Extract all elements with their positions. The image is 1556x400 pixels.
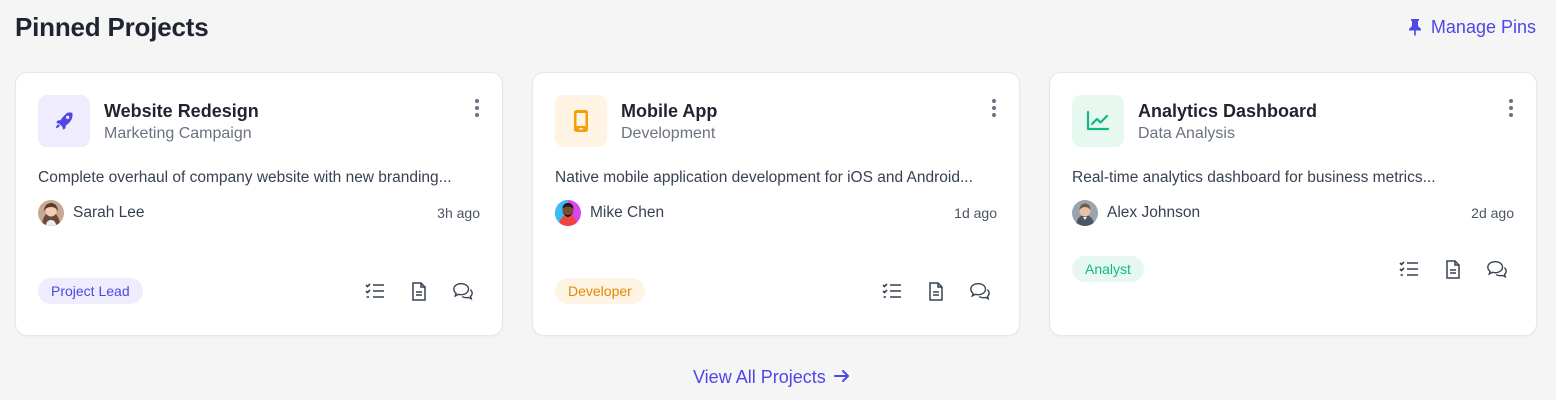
- role-badge: Project Lead: [38, 278, 143, 304]
- more-options-icon[interactable]: [1506, 99, 1516, 117]
- project-category: Development: [621, 125, 716, 142]
- more-options-icon[interactable]: [472, 99, 482, 117]
- manage-pins-label: Manage Pins: [1430, 16, 1536, 37]
- project-card[interactable]: Website Redesign Marketing Campaign Comp…: [15, 72, 503, 336]
- role-badge: Analyst: [1072, 256, 1144, 282]
- tasks-icon[interactable]: [364, 280, 386, 302]
- mobile-icon: [555, 95, 607, 147]
- role-badge: Developer: [555, 278, 645, 304]
- last-updated: 2d ago: [1471, 205, 1514, 221]
- project-category: Data Analysis: [1138, 125, 1235, 142]
- document-icon[interactable]: [1442, 258, 1464, 280]
- project-title[interactable]: Website Redesign: [104, 99, 259, 123]
- document-icon[interactable]: [408, 280, 430, 302]
- project-category: Marketing Campaign: [104, 125, 252, 142]
- arrow-right-icon: [833, 367, 850, 388]
- owner-name: Mike Chen: [590, 204, 665, 221]
- last-updated: 3h ago: [437, 205, 480, 221]
- section-header: Pinned Projects Manage Pins: [15, 10, 1536, 44]
- owner-name: Sarah Lee: [73, 204, 145, 221]
- project-card[interactable]: Analytics Dashboard Data Analysis Real-t…: [1049, 72, 1537, 336]
- avatar: [1072, 200, 1098, 226]
- document-icon[interactable]: [925, 280, 947, 302]
- avatar: [555, 200, 581, 226]
- more-options-icon[interactable]: [989, 99, 999, 117]
- view-all-label: View All Projects: [693, 366, 826, 387]
- tasks-icon[interactable]: [1398, 258, 1420, 280]
- rocket-icon: [38, 95, 90, 147]
- project-title[interactable]: Analytics Dashboard: [1138, 99, 1317, 123]
- project-description: Complete overhaul of company website wit…: [38, 169, 452, 186]
- avatar: [38, 200, 64, 226]
- project-description: Real-time analytics dashboard for busine…: [1072, 169, 1436, 186]
- project-cards: Website Redesign Marketing Campaign Comp…: [15, 72, 1537, 336]
- owner-name: Alex Johnson: [1107, 204, 1201, 221]
- tasks-icon[interactable]: [881, 280, 903, 302]
- project-card[interactable]: Mobile App Development Native mobile app…: [532, 72, 1020, 336]
- view-all-projects-link[interactable]: View All Projects: [693, 365, 850, 389]
- last-updated: 1d ago: [954, 205, 997, 221]
- comments-icon[interactable]: [452, 280, 474, 302]
- project-description: Native mobile application development fo…: [555, 169, 973, 186]
- page-title: Pinned Projects: [15, 11, 209, 42]
- chart-line-icon: [1072, 95, 1124, 147]
- comments-icon[interactable]: [969, 280, 991, 302]
- pin-icon: [1408, 18, 1422, 36]
- project-title[interactable]: Mobile App: [621, 99, 717, 123]
- manage-pins-button[interactable]: Manage Pins: [1408, 17, 1536, 38]
- comments-icon[interactable]: [1486, 258, 1508, 280]
